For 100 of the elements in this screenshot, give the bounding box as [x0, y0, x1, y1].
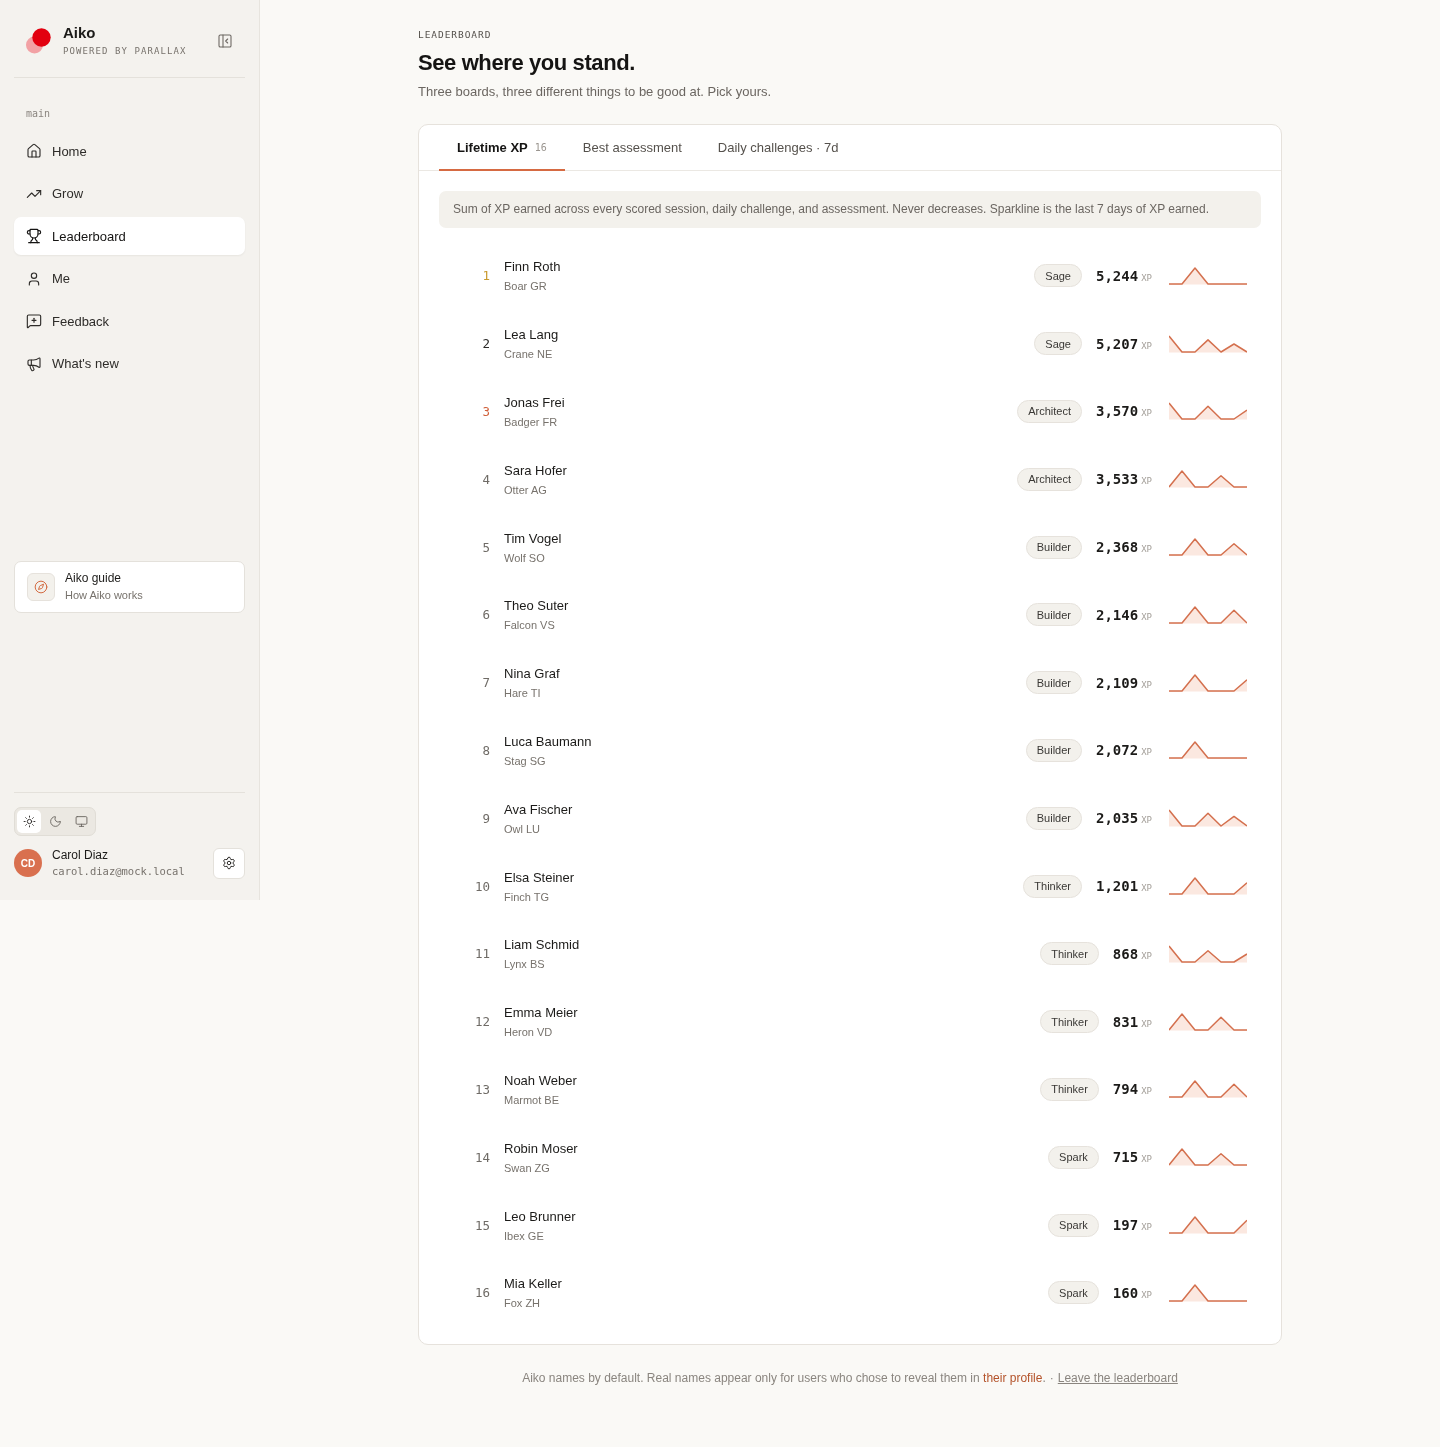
team-name: Ibex GE: [504, 1228, 544, 1243]
team-name: Badger FR: [504, 415, 558, 429]
tab-count: 16: [534, 141, 547, 153]
leave-leaderboard-link[interactable]: Leave the leaderboard: [1057, 1370, 1178, 1385]
circles-logo-icon: [26, 27, 51, 54]
board-tab[interactable]: Lifetime XP 16: [439, 125, 565, 171]
xp-value: 831: [1112, 1013, 1139, 1030]
megaphone-icon: [26, 355, 42, 372]
xp-unit: XP: [1141, 747, 1152, 758]
guide-subtitle: How Aiko works: [65, 588, 143, 602]
player-name: Jonas Frei: [504, 394, 565, 411]
xp-value: 868: [1112, 945, 1139, 962]
tier-badge: Builder: [1025, 535, 1082, 559]
rank-number: 1: [482, 268, 490, 284]
nav-item[interactable]: What's new: [14, 344, 245, 383]
tier-badge: Architect: [1017, 400, 1082, 423]
tier-badge: Builder: [1025, 671, 1082, 695]
xp-unit: XP: [1141, 1154, 1152, 1165]
nav-item[interactable]: Me: [14, 259, 245, 298]
settings-button[interactable]: [213, 847, 245, 879]
board-description: Sum of XP earned across every scored session, daily challenge, and assessment. Never decreases. Sparkline is the last 7 days of XP earned.: [439, 191, 1261, 228]
player-name: Finn Roth: [504, 258, 561, 276]
tier-badge: Spark: [1048, 1145, 1099, 1169]
tier-badge: Sage: [1034, 332, 1082, 356]
team-name: Hare TI: [504, 686, 541, 701]
page-subtitle: Three boards, three different things to be good at. Pick yours.: [418, 83, 772, 101]
player-name: Elsa Steiner: [504, 868, 575, 886]
board-tab[interactable]: Best assessment: [564, 125, 700, 171]
rank-number: 16: [474, 1285, 490, 1301]
tier-badge: Sage: [1034, 264, 1082, 288]
team-name: Falcon VS: [504, 618, 555, 633]
tier-badge: Spark: [1048, 1213, 1099, 1237]
moon-icon: [48, 815, 62, 828]
player-name: Sara Hofer: [504, 461, 567, 479]
rank-number: 13: [474, 1081, 490, 1097]
rank-number: 10: [474, 878, 490, 894]
nav-item[interactable]: Home: [14, 132, 245, 170]
xp-unit: XP: [1141, 1086, 1152, 1097]
xp-unit: XP: [1141, 883, 1152, 894]
sun-icon: [22, 815, 36, 828]
guide-card[interactable]: Aiko guide How Aiko works: [14, 560, 245, 613]
panel-collapse-icon: [217, 32, 233, 49]
xp-unit: XP: [1141, 544, 1152, 555]
tier-badge: Builder: [1025, 738, 1082, 762]
nav-item[interactable]: Leaderboard: [14, 217, 245, 255]
team-name: Owl LU: [504, 821, 541, 836]
nav-item[interactable]: Grow: [14, 174, 245, 213]
xp-unit: XP: [1141, 272, 1152, 283]
player-name: Luca Baumann: [504, 732, 592, 750]
rank-number: 7: [482, 675, 490, 691]
team-name: Otter AG: [504, 482, 547, 497]
xp-unit: XP: [1141, 815, 1152, 826]
section-label: main: [26, 108, 51, 120]
user-avatar: CD: [14, 849, 42, 877]
team-name: Stag SG: [504, 753, 546, 768]
team-name: Fox ZH: [504, 1296, 541, 1311]
xp-unit: XP: [1141, 1289, 1152, 1300]
message-plus-icon: [26, 313, 42, 329]
team-name: Boar GR: [504, 279, 547, 294]
xp-value: 2,368: [1096, 539, 1139, 556]
xp-value: 2,072: [1096, 742, 1139, 759]
player-name: Theo Suter: [504, 597, 569, 615]
tier-badge: Builder: [1025, 806, 1082, 830]
brand-tagline: POWERED BY PARALLAX: [63, 46, 187, 57]
collapse-sidebar-button[interactable]: [217, 32, 233, 49]
xp-unit: XP: [1141, 340, 1152, 351]
xp-value: 3,570: [1096, 403, 1139, 420]
tier-badge: Thinker: [1040, 1077, 1099, 1101]
tier-badge: Thinker: [1040, 1010, 1099, 1034]
team-name: Marmot BE: [504, 1092, 559, 1107]
xp-value: 2,109: [1096, 674, 1139, 691]
rank-number: 4: [482, 471, 490, 487]
player-name: Noah Weber: [504, 1071, 577, 1089]
rank-number: 5: [482, 539, 490, 555]
team-name: Finch TG: [504, 889, 550, 904]
rank-number: 9: [482, 810, 490, 826]
rank-number: 8: [482, 742, 490, 758]
user-icon: [26, 270, 42, 287]
page-title: See where you stand.: [418, 49, 635, 77]
board-tab[interactable]: Daily challenges · 7d: [699, 125, 857, 171]
light-theme-button[interactable]: [17, 810, 41, 833]
player-name: Ava Fischer: [504, 800, 573, 818]
nav-item[interactable]: Feedback: [14, 302, 245, 340]
rank-number: 14: [474, 1149, 490, 1165]
tier-badge: Thinker: [1040, 942, 1099, 966]
tier-badge: Thinker: [1023, 874, 1082, 898]
xp-unit: XP: [1141, 1222, 1152, 1233]
brand-name: Aiko: [63, 24, 96, 41]
xp-unit: XP: [1141, 611, 1152, 622]
xp-value: 160: [1112, 1284, 1139, 1301]
xp-value: 5,244: [1096, 267, 1139, 284]
xp-value: 1,201: [1096, 878, 1139, 895]
user-name: Carol Diaz: [52, 848, 108, 863]
tier-badge: Builder: [1025, 603, 1082, 627]
xp-unit: XP: [1141, 1018, 1152, 1029]
player-name: Liam Schmid: [504, 936, 580, 954]
page-eyebrow: LEADERBOARD: [418, 29, 492, 41]
player-name: Lea Lang: [504, 326, 559, 344]
team-name: Lynx BS: [504, 957, 545, 972]
xp-unit: XP: [1141, 679, 1152, 690]
